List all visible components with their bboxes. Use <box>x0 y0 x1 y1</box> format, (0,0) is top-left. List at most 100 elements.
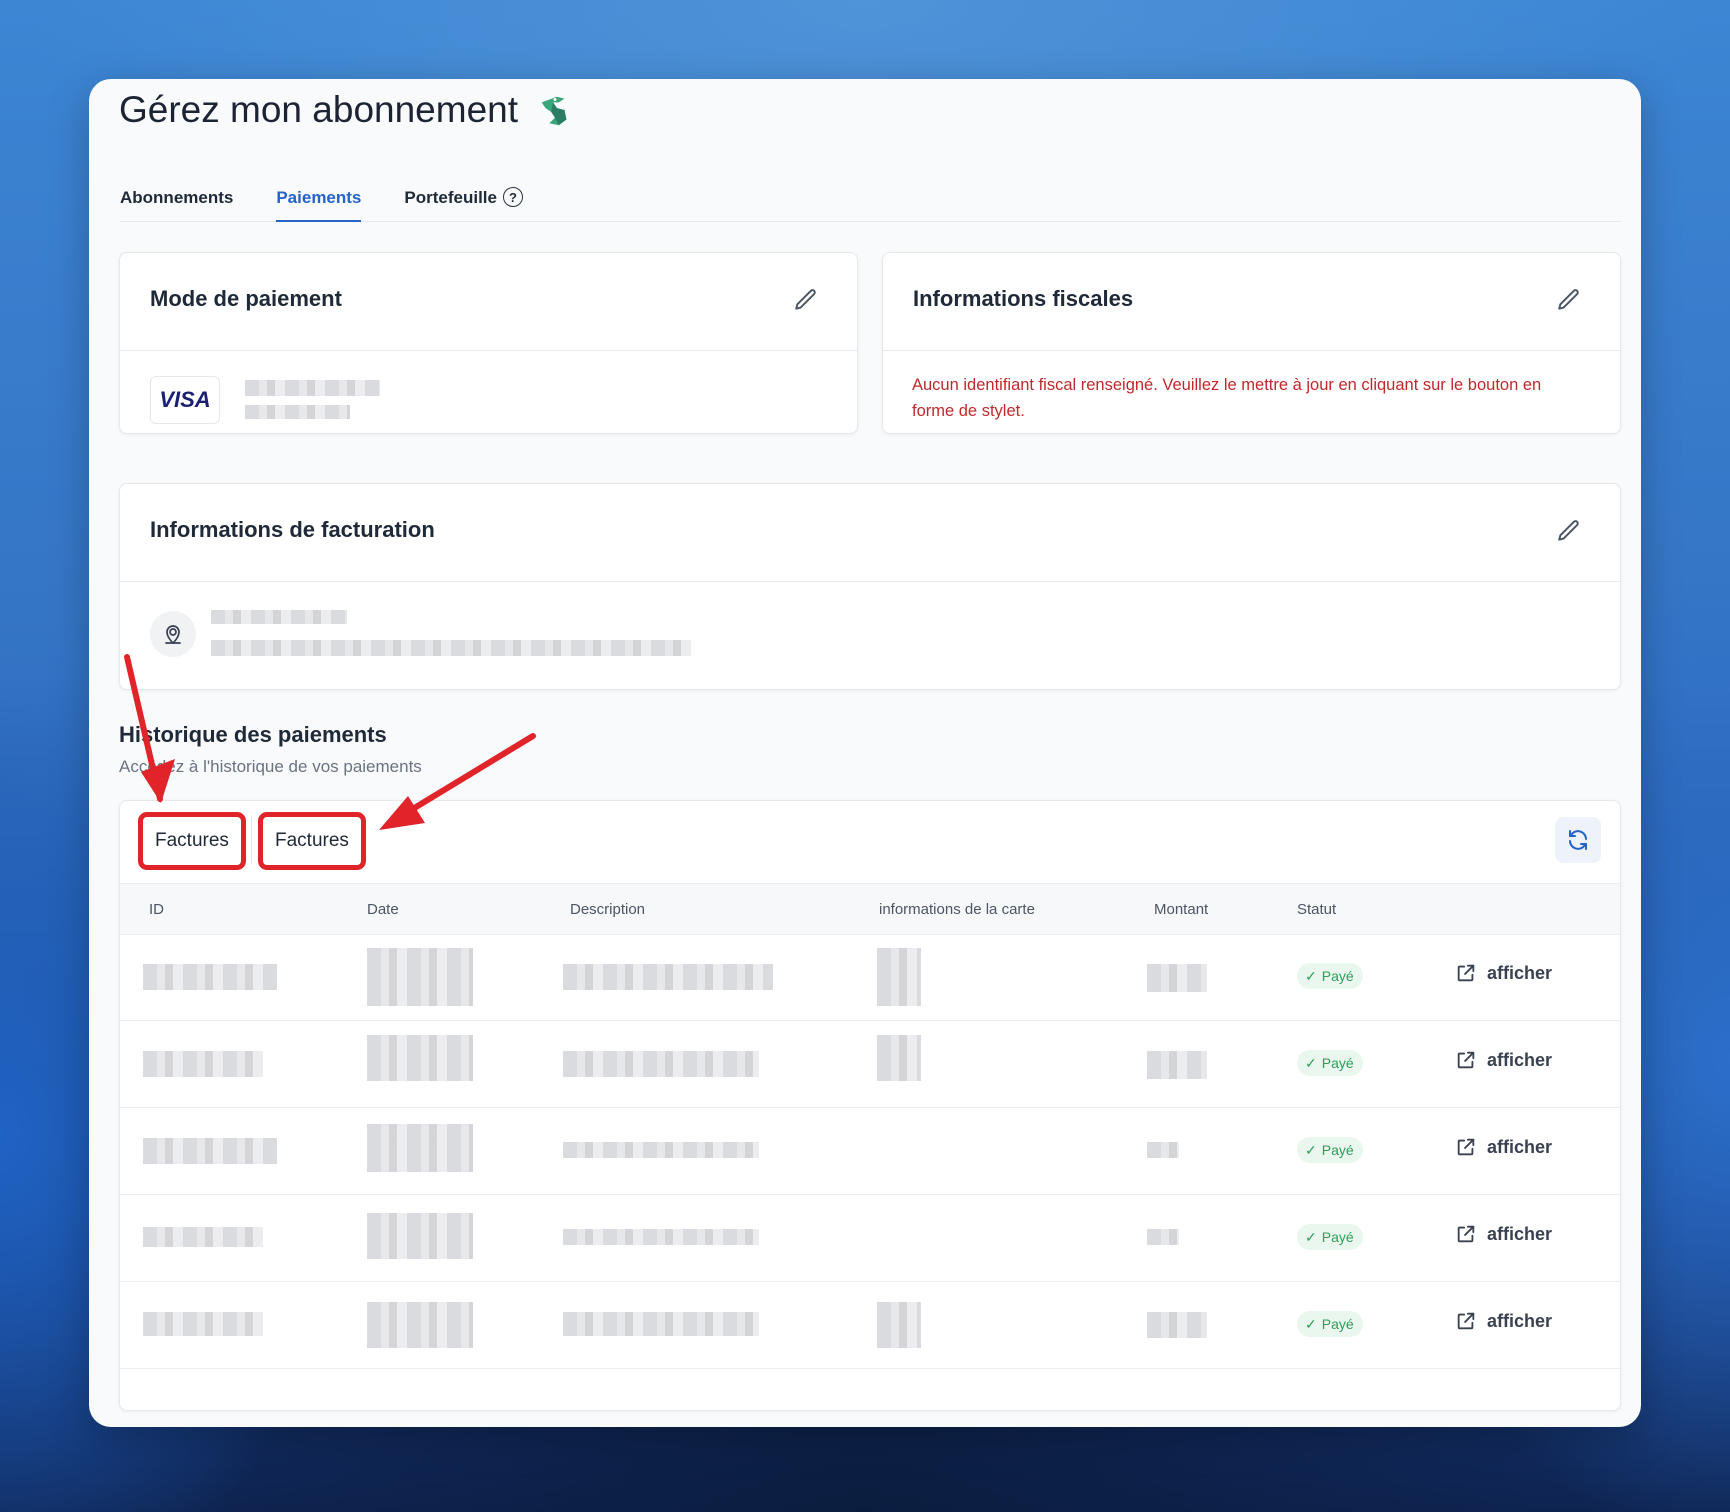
redacted-card <box>877 1302 921 1348</box>
check-icon: ✓ <box>1305 967 1317 984</box>
redacted-amount <box>1147 1051 1207 1079</box>
redacted-date <box>367 948 473 1006</box>
check-icon: ✓ <box>1305 1315 1317 1332</box>
history-title: Historique des paiements <box>119 722 387 747</box>
payments-table-card: Factures Factures ID Date Description in… <box>119 800 1621 1411</box>
view-invoice-link[interactable]: afficher <box>1455 1049 1552 1071</box>
column-status: Statut <box>1297 901 1337 918</box>
check-icon: ✓ <box>1305 1228 1317 1245</box>
redacted-date <box>367 1035 473 1081</box>
help-icon[interactable]: ? <box>502 187 523 207</box>
column-id: ID <box>149 901 164 918</box>
status-label: Payé <box>1321 1229 1354 1245</box>
tab-label: Abonnements <box>120 188 234 207</box>
pencil-icon[interactable] <box>793 287 819 313</box>
tax-info-card: Informations fiscales Aucun identifiant … <box>882 252 1621 434</box>
column-description: Description <box>570 901 646 918</box>
refresh-icon <box>1569 830 1587 850</box>
payment-method-title: Mode de paiement <box>150 286 342 311</box>
view-label: afficher <box>1487 1136 1553 1157</box>
subscription-window: Gérez mon abonnement Abonnements Paiemen… <box>89 79 1641 1427</box>
visa-logo: VISA <box>150 376 220 424</box>
redacted-description <box>563 964 773 990</box>
check-icon: ✓ <box>1305 1054 1317 1071</box>
status-label: Payé <box>1321 1316 1354 1332</box>
view-label: afficher <box>1487 1049 1553 1070</box>
card-header: Informations de facturation <box>120 484 1620 582</box>
status-label: Payé <box>1321 1142 1354 1158</box>
tab-bar: Abonnements Paiements Portefeuille ? <box>120 177 1621 222</box>
table-row[interactable]: ✓ Payé afficher <box>120 934 1620 1021</box>
location-icon <box>150 611 196 657</box>
billing-info-title: Informations de facturation <box>150 517 435 542</box>
redacted-id <box>143 1227 263 1247</box>
table-row[interactable]: ✓ Payé afficher <box>120 1021 1620 1108</box>
table-row[interactable]: ✓ Payé afficher <box>120 1195 1620 1282</box>
redacted-amount <box>1147 1312 1207 1338</box>
view-invoice-link[interactable]: afficher <box>1455 962 1552 984</box>
external-link-icon <box>1457 964 1475 982</box>
page-title: Gérez mon abonnement <box>119 89 519 130</box>
segment-label: Factures <box>275 830 349 851</box>
redacted-card <box>877 1035 921 1081</box>
status-badge: ✓ Payé <box>1297 1137 1363 1163</box>
status-badge: ✓ Payé <box>1297 963 1363 989</box>
pencil-icon[interactable] <box>1556 518 1582 544</box>
redacted-date <box>367 1124 473 1172</box>
status-badge: ✓ Payé <box>1297 1311 1363 1337</box>
tab-portefeuille[interactable]: Portefeuille ? <box>404 177 523 220</box>
view-invoice-link[interactable]: afficher <box>1455 1310 1552 1332</box>
tab-abonnements[interactable]: Abonnements <box>120 177 233 220</box>
redacted-id <box>143 1312 263 1336</box>
table-row[interactable]: ✓ Payé afficher <box>120 1108 1620 1195</box>
redacted-amount <box>1147 1142 1179 1158</box>
table-header: ID Date Description informations de la c… <box>120 883 1620 935</box>
history-subtitle: Accédez à l'historique de vos paiements <box>119 757 422 776</box>
redacted-date <box>367 1213 473 1259</box>
external-link-icon <box>1457 1225 1475 1243</box>
view-label: afficher <box>1487 1223 1553 1244</box>
tab-paiements[interactable]: Paiements <box>276 177 362 222</box>
crocodile-mascot-icon <box>541 96 567 126</box>
column-amount: Montant <box>1154 901 1209 918</box>
view-invoice-link[interactable]: afficher <box>1455 1136 1552 1158</box>
segment-label: Factures <box>155 830 229 851</box>
card-number-redacted <box>245 380 380 396</box>
billing-info-card: Informations de facturation <box>119 483 1621 690</box>
pencil-icon[interactable] <box>1556 287 1582 313</box>
view-label: afficher <box>1487 1310 1553 1331</box>
segment-divider <box>251 816 252 864</box>
redacted-amount <box>1147 1229 1179 1245</box>
billing-address-redacted <box>211 640 691 656</box>
external-link-icon <box>1457 1051 1475 1069</box>
redacted-amount <box>1147 964 1207 992</box>
external-link-icon <box>1457 1138 1475 1156</box>
column-date: Date <box>367 901 399 918</box>
status-label: Payé <box>1321 1055 1354 1071</box>
invoices-segment-button-2[interactable]: Factures <box>258 812 366 870</box>
view-invoice-link[interactable]: afficher <box>1455 1223 1552 1245</box>
tax-warning-text: Aucun identifiant fiscal renseigné. Veui… <box>912 376 1542 420</box>
redacted-description <box>563 1051 759 1077</box>
card-header: Mode de paiement <box>120 253 857 351</box>
invoices-segment-button[interactable]: Factures <box>138 812 246 870</box>
status-badge: ✓ Payé <box>1297 1224 1363 1250</box>
card-header: Informations fiscales <box>883 253 1620 351</box>
check-icon: ✓ <box>1305 1141 1317 1158</box>
external-link-icon <box>1457 1312 1475 1330</box>
redacted-card <box>877 948 921 1006</box>
redacted-description <box>563 1312 759 1336</box>
status-badge: ✓ Payé <box>1297 1050 1363 1076</box>
tab-label: Portefeuille <box>404 188 497 207</box>
redacted-date <box>367 1302 473 1348</box>
page-title-row: Gérez mon abonnement <box>119 89 574 131</box>
redacted-id <box>143 1138 277 1164</box>
tax-info-title: Informations fiscales <box>913 286 1134 311</box>
refresh-button[interactable] <box>1555 817 1601 863</box>
table-row[interactable]: ✓ Payé afficher <box>120 1282 1620 1369</box>
billing-name-redacted <box>211 610 347 624</box>
tab-label: Paiements <box>276 188 362 207</box>
redacted-id <box>143 1051 263 1077</box>
card-expiry-redacted <box>245 405 350 419</box>
redacted-id <box>143 964 277 990</box>
